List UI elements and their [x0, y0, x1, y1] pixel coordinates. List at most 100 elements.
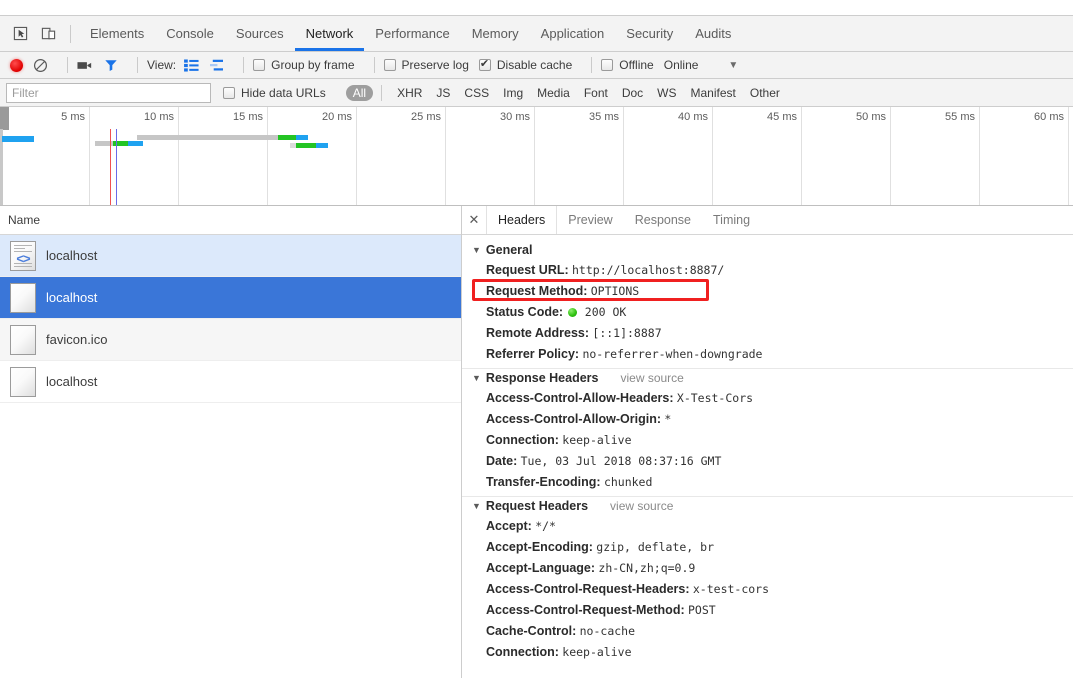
tab-timing[interactable]: Timing — [702, 206, 761, 234]
tab-response[interactable]: Response — [624, 206, 702, 234]
record-button[interactable] — [10, 58, 23, 72]
view-source-link[interactable]: view source — [610, 499, 673, 513]
header-key: Request URL: — [486, 263, 569, 277]
tab-application[interactable]: Application — [530, 16, 616, 51]
header-row: Transfer-Encoding: chunked — [462, 472, 1073, 496]
tab-headers[interactable]: Headers — [486, 206, 558, 234]
timeline-tick: 5 ms — [61, 107, 90, 205]
header-value: http://localhost:8887/ — [572, 263, 725, 277]
header-row: Access-Control-Request-Headers: x-test-c… — [462, 579, 1073, 600]
tab-label: Response — [634, 213, 692, 227]
header-value: [::1]:8887 — [592, 326, 662, 340]
table-row[interactable]: <> localhost — [0, 235, 461, 277]
header-key: Connection: — [486, 645, 559, 659]
inspect-element-icon[interactable] — [6, 21, 34, 47]
filter-type-css[interactable]: CSS — [457, 85, 496, 101]
section-response-headers-header[interactable]: ▼ Response Headers view source — [462, 368, 1073, 388]
waterfall-view-button[interactable] — [209, 59, 224, 72]
tab-label: Sources — [235, 26, 284, 41]
table-row[interactable]: localhost — [0, 361, 461, 403]
timeline-tick: 60 ms — [1034, 107, 1069, 205]
filter-type-all[interactable]: All — [345, 84, 374, 101]
header-row: Accept-Language: zh-CN,zh;q=0.9 — [462, 558, 1073, 579]
hide-data-urls-checkbox[interactable]: Hide data URLs — [223, 86, 326, 100]
group-by-frame-checkbox[interactable]: Group by frame — [253, 58, 355, 72]
filter-type-font[interactable]: Font — [577, 85, 615, 101]
filter-type-js[interactable]: JS — [429, 85, 457, 101]
toolbar-divider — [137, 57, 138, 73]
toolbar-divider — [67, 57, 68, 73]
header-row: Date: Tue, 03 Jul 2018 08:37:16 GMT — [462, 451, 1073, 472]
view-label: View: — [147, 58, 177, 72]
header-value: keep-alive — [562, 645, 632, 659]
main-tab-bar: Elements Console Sources Network Perform… — [0, 16, 1073, 52]
tab-preview[interactable]: Preview — [557, 206, 623, 234]
tab-label: Security — [626, 26, 674, 41]
header-value: keep-alive — [562, 433, 632, 447]
capture-screenshots-button[interactable] — [77, 59, 94, 72]
tab-network[interactable]: Network — [294, 16, 365, 51]
table-row[interactable]: localhost — [0, 277, 461, 319]
request-name: localhost — [46, 248, 98, 263]
window-top-strip — [0, 0, 1073, 16]
header-key: Connection: — [486, 433, 559, 447]
header-row: Referrer Policy: no-referrer-when-downgr… — [462, 344, 1073, 368]
timeline-tick: 50 ms — [856, 107, 891, 205]
offline-checkbox[interactable]: Offline — [601, 58, 654, 72]
header-key: Access-Control-Request-Headers: — [486, 582, 690, 596]
checkbox-label: Hide data URLs — [241, 85, 326, 100]
tab-sources[interactable]: Sources — [225, 16, 295, 51]
tab-performance[interactable]: Performance — [364, 16, 460, 51]
tab-security[interactable]: Security — [615, 16, 684, 51]
header-row: Cache-Control: no-cache — [462, 621, 1073, 642]
list-view-icon — [184, 58, 199, 72]
filter-type-ws[interactable]: WS — [650, 85, 683, 101]
devtools-window: Elements Console Sources Network Perform… — [0, 0, 1073, 695]
section-general-header[interactable]: ▼ General — [462, 241, 1073, 260]
filter-type-manifest[interactable]: Manifest — [684, 85, 743, 101]
view-source-link[interactable]: view source — [620, 371, 683, 385]
timeline-tick-label: 40 ms — [678, 111, 708, 123]
timeline-tick: 20 ms — [322, 107, 357, 205]
section-request-headers-header[interactable]: ▼ Request Headers view source — [462, 496, 1073, 516]
timeline-tick-label: 30 ms — [500, 111, 530, 123]
header-value: chunked — [603, 475, 653, 489]
tab-label: Memory — [471, 26, 519, 41]
timeline-tick-label: 5 ms — [61, 111, 85, 123]
toolbar-divider — [373, 57, 375, 73]
triangle-down-icon: ▼ — [472, 501, 481, 511]
tab-elements[interactable]: Elements — [79, 16, 155, 51]
filter-type-img[interactable]: Img — [496, 85, 530, 101]
header-value: X-Test-Cors — [676, 391, 754, 405]
network-overview-timeline[interactable]: 5 ms 10 ms 15 ms 20 ms 25 ms 30 ms 35 ms 40 ms 4… — [0, 107, 1073, 206]
checkbox-box — [223, 86, 235, 99]
record-icon — [10, 58, 23, 72]
request-name: localhost — [46, 374, 98, 389]
filter-toggle-button[interactable] — [104, 58, 118, 72]
tab-label: Headers — [498, 213, 546, 227]
filter-type-media[interactable]: Media — [530, 85, 577, 101]
filter-type-other[interactable]: Other — [743, 85, 787, 101]
triangle-down-icon: ▼ — [472, 245, 481, 255]
header-key: Status Code: — [486, 305, 564, 319]
tab-audits[interactable]: Audits — [684, 16, 742, 51]
table-row[interactable]: favicon.ico — [0, 319, 461, 361]
tab-console[interactable]: Console — [155, 16, 225, 51]
throttling-select[interactable]: Online ▼ — [664, 58, 739, 72]
waterfall-bar-3 — [316, 143, 328, 148]
filter-type-doc[interactable]: Doc — [615, 85, 650, 101]
toolbar-divider — [591, 57, 593, 73]
disable-cache-checkbox[interactable]: Disable cache — [478, 57, 572, 72]
header-value: gzip, deflate, br — [596, 540, 714, 554]
header-key: Request Method: — [486, 284, 588, 298]
tab-memory[interactable]: Memory — [461, 16, 530, 51]
preserve-log-checkbox[interactable]: Preserve log — [383, 58, 469, 72]
device-toolbar-icon[interactable] — [34, 21, 62, 47]
clear-button[interactable] — [33, 58, 48, 73]
list-view-button[interactable] — [184, 58, 199, 72]
checkbox-label: Offline — [619, 58, 654, 72]
waterfall-bar-2 — [296, 135, 308, 140]
close-icon[interactable]: ✕ — [462, 206, 486, 234]
search-input[interactable] — [6, 82, 211, 103]
filter-type-xhr[interactable]: XHR — [390, 85, 429, 101]
